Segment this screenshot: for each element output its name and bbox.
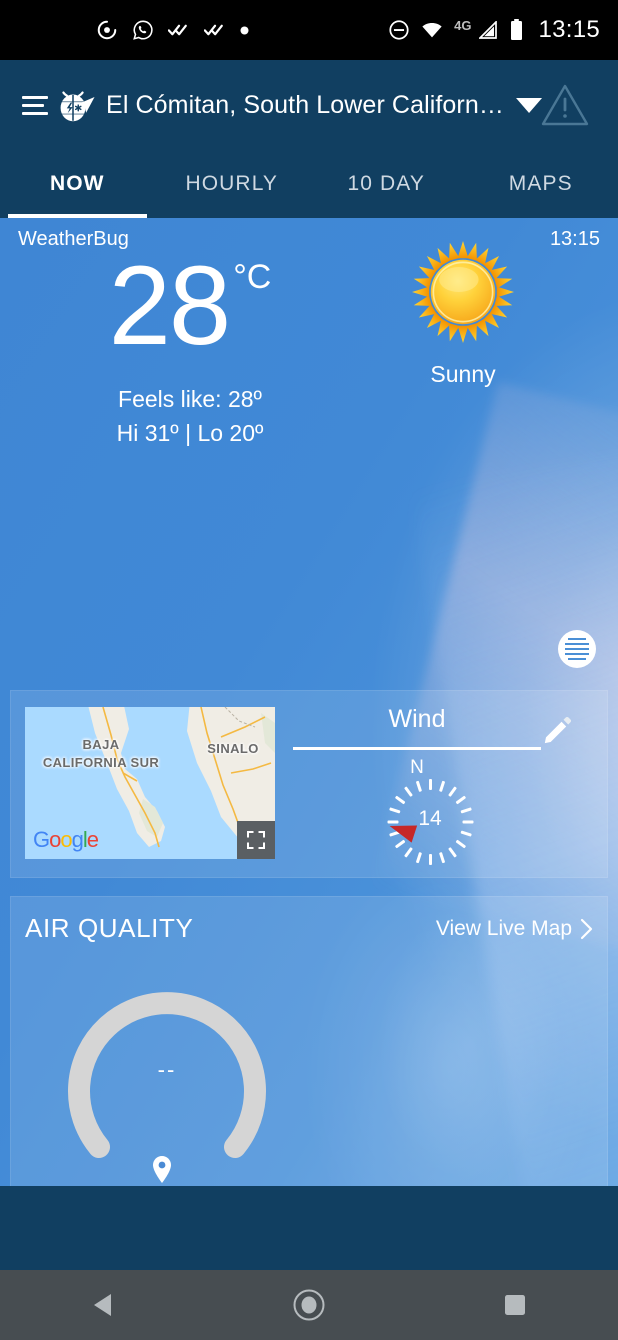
- recents-square-icon[interactable]: [480, 1270, 550, 1340]
- map-label-baja: BAJA: [82, 737, 120, 752]
- temperature-line: 28 °C: [109, 250, 272, 362]
- condition-label: Sunny: [430, 361, 496, 387]
- location-selector[interactable]: El Cómitan, South Lower Californ…: [76, 91, 542, 120]
- air-quality-card[interactable]: AIR QUALITY View Live Map -- Last update…: [10, 896, 608, 1186]
- double-check-icon: [204, 24, 223, 36]
- chevron-down-icon[interactable]: [515, 97, 542, 113]
- condition-block: Sunny: [368, 240, 558, 388]
- wind-speed-value: 14: [418, 807, 442, 830]
- fullscreen-expand-icon[interactable]: [237, 821, 275, 859]
- map-thumbnail[interactable]: BAJA CALIFORNIA SUR SINALO Google: [25, 707, 275, 859]
- view-live-map-label: View Live Map: [435, 916, 572, 940]
- location-arrow-icon: [77, 97, 95, 113]
- status-bar-notification-icons: [96, 19, 249, 41]
- tab-maps-label: MAPS: [508, 172, 573, 195]
- tab-10day-label: 10 DAY: [347, 172, 425, 195]
- double-check-icon: [168, 24, 187, 36]
- wind-title: Wind: [388, 705, 446, 733]
- battery-icon: [511, 19, 523, 40]
- alert-triangle-icon[interactable]: [540, 82, 590, 128]
- list-view-icon[interactable]: [558, 630, 596, 668]
- do-not-disturb-icon: [389, 20, 409, 40]
- temperature-value: 28: [108, 243, 232, 368]
- temperature-unit: °C: [233, 258, 272, 296]
- android-nav-bar: [0, 1270, 618, 1340]
- wind-compass: N 14: [341, 757, 493, 867]
- hi-lo-text: Hi 31º | Lo 20º: [116, 420, 264, 446]
- air-quality-value: --: [157, 1057, 177, 1082]
- feels-like-text: Feels like: 28º: [118, 386, 262, 412]
- wifi-icon: [422, 23, 442, 38]
- whatsapp-icon: [133, 20, 153, 40]
- status-bar: 4G 13:15: [0, 0, 618, 60]
- pencil-edit-icon[interactable]: [541, 713, 575, 747]
- compass-dial: 14: [386, 779, 473, 865]
- spinner-icon: [97, 20, 117, 40]
- sun-icon: [412, 241, 514, 343]
- weather-content-area: WeatherBug 13:15 28 °C Feels like: 28º H…: [0, 218, 618, 1186]
- current-conditions-block: 28 °C Feels like: 28º Hi 31º | Lo 20º: [0, 250, 380, 447]
- tab-now-label: NOW: [49, 172, 105, 195]
- app-header: El Cómitan, South Lower Californ…: [0, 60, 618, 150]
- home-circle-icon[interactable]: [274, 1270, 344, 1340]
- hamburger-menu-icon[interactable]: [22, 95, 48, 115]
- view-live-map-link[interactable]: View Live Map: [436, 917, 593, 941]
- tab-maps[interactable]: MAPS: [464, 150, 618, 218]
- wind-details: Wind N 14: [283, 691, 607, 879]
- tab-now[interactable]: NOW: [0, 150, 155, 218]
- tab-hourly-label: HOURLY: [185, 172, 279, 195]
- tab-hourly[interactable]: HOURLY: [155, 150, 310, 218]
- network-type-label: 4G: [454, 17, 472, 33]
- map-label-sinaloa: SINALO: [207, 741, 259, 756]
- main-tabs: NOW HOURLY 10 DAY MAPS: [0, 150, 618, 218]
- tab-10day[interactable]: 10 DAY: [309, 150, 464, 218]
- bottom-bar: [0, 1186, 618, 1270]
- wind-divider: [293, 747, 541, 750]
- map-pin-icon: [153, 1156, 171, 1183]
- dot-icon: [240, 26, 249, 34]
- google-attribution: Google: [33, 827, 99, 852]
- air-quality-gauge: --: [57, 971, 277, 1161]
- list-lines: [565, 638, 589, 660]
- location-name: El Cómitan, South Lower Californ…: [106, 90, 504, 119]
- map-label-california-sur: CALIFORNIA SUR: [42, 755, 160, 770]
- status-bar-system-icons: 4G 13:15: [388, 16, 600, 44]
- back-triangle-icon[interactable]: [68, 1270, 138, 1340]
- signal-icon: [479, 21, 498, 39]
- air-quality-header: AIR QUALITY View Live Map: [25, 913, 593, 944]
- wind-card[interactable]: BAJA CALIFORNIA SUR SINALO Google Wind N…: [10, 690, 608, 878]
- compass-north-label: N: [410, 757, 424, 778]
- lens-flare-decoration: [372, 382, 618, 974]
- status-bar-clock: 13:15: [538, 16, 600, 43]
- chevron-right-icon: [580, 918, 593, 939]
- air-quality-title: AIR QUALITY: [25, 913, 194, 943]
